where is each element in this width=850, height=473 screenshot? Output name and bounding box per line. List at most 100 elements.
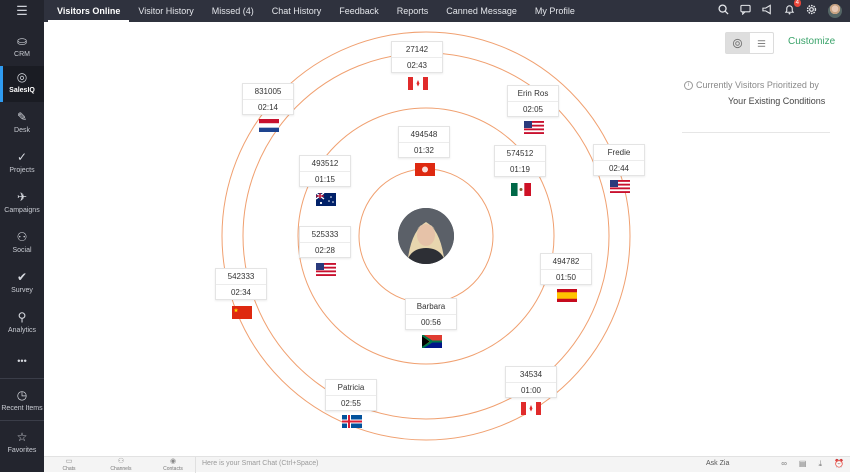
social-icon: ⚇ xyxy=(16,230,28,244)
sidebar-item-label: SalesIQ xyxy=(9,87,35,94)
sidebar-item-salesiq[interactable]: ◎ SalesIQ xyxy=(0,66,44,102)
alarm-clock-icon[interactable]: ⏰ xyxy=(834,459,844,469)
sidebar-item-label: Projects xyxy=(9,167,35,174)
sidebar-item-label: Campaigns xyxy=(4,207,40,214)
app-sidebar: ☰ ⛀ CRM ◎ SalesIQ ✎ Desk ✓ Projects ✈ Ca… xyxy=(0,0,44,472)
sidebar-item-analytics[interactable]: ⚲ Analytics xyxy=(0,306,44,342)
download-icon[interactable]: ⤓ xyxy=(818,459,822,469)
radar-view-icon[interactable] xyxy=(726,33,750,53)
visitor-id: Fredie xyxy=(607,148,631,157)
visitor-id: 494782 xyxy=(552,257,580,266)
ask-zia-button[interactable]: Ask Zia xyxy=(706,460,729,467)
channels-icon: ⚇ xyxy=(117,458,125,465)
visitor-card[interactable]: 525333 02:28 xyxy=(299,226,351,258)
visitor-time: 01:15 xyxy=(300,171,350,186)
tab-reports[interactable]: Reports xyxy=(388,0,438,22)
flag-south-africa-icon xyxy=(422,335,442,348)
recent-items-icon: ◷ xyxy=(16,388,28,402)
channels-button[interactable]: ⚇ Channels xyxy=(108,457,134,472)
visitor-id: 831005 xyxy=(254,87,282,96)
visitor-id: Barbara xyxy=(416,302,446,311)
sidebar-more-button[interactable]: ••• xyxy=(0,354,44,370)
visitor-card[interactable]: 831005 02:14 xyxy=(242,83,294,115)
bottom-bar: ▭ Chats ⚇ Channels ◉ Contacts Here is yo… xyxy=(44,456,850,473)
visitor-card[interactable]: Erin Ros 02:05 xyxy=(507,85,559,117)
visitor-id: 574512 xyxy=(506,149,534,158)
panel-divider xyxy=(682,132,830,133)
smart-chat-input[interactable]: Here is your Smart Chat (Ctrl+Space) xyxy=(202,460,319,467)
sidebar-item-label: Survey xyxy=(11,287,33,294)
sidebar-item-projects[interactable]: ✓ Projects xyxy=(0,146,44,182)
visitor-time: 02:44 xyxy=(594,160,644,175)
visitor-card[interactable]: 494782 01:50 xyxy=(540,253,592,285)
visitor-card[interactable]: 542333 02:34 xyxy=(215,268,267,300)
sidebar-item-label: CRM xyxy=(14,51,30,58)
visitor-card[interactable]: Patricia 02:55 xyxy=(325,379,377,411)
sidebar-item-campaigns[interactable]: ✈ Campaigns xyxy=(0,186,44,222)
visitor-time: 01:50 xyxy=(541,269,591,284)
flag-mexico-icon xyxy=(511,183,531,196)
chats-label: Chats xyxy=(62,466,76,472)
visitor-time: 01:00 xyxy=(506,382,556,397)
sidebar-item-desk[interactable]: ✎ Desk xyxy=(0,106,44,142)
prioritization-info-line2: Your Existing Conditions xyxy=(728,96,826,106)
user-avatar[interactable] xyxy=(828,4,842,18)
visitor-id: 493512 xyxy=(311,159,339,168)
visitor-time: 02:28 xyxy=(300,242,350,257)
list-view-icon[interactable] xyxy=(750,33,774,53)
sidebar-item-survey[interactable]: ✔ Survey xyxy=(0,266,44,302)
visitor-card[interactable]: Fredie 02:44 xyxy=(593,144,645,176)
visitor-card[interactable]: 494548 01:32 xyxy=(398,126,450,158)
visitor-id: 542333 xyxy=(227,272,255,281)
tab-visitor-history[interactable]: Visitor History xyxy=(129,0,202,22)
search-icon[interactable] xyxy=(718,4,729,18)
visitor-card[interactable]: Barbara 00:56 xyxy=(405,298,457,330)
tab-chat-history[interactable]: Chat History xyxy=(263,0,331,22)
visitors-radar-view: 27142 02:43 831005 02:14 Erin Ros 02:05 … xyxy=(44,22,850,456)
tab-missed[interactable]: Missed (4) xyxy=(203,0,263,22)
visitor-card[interactable]: 574512 01:19 xyxy=(494,145,546,177)
visitor-id: 34534 xyxy=(519,370,543,379)
tab-feedback[interactable]: Feedback xyxy=(330,0,388,22)
flag-spain-icon xyxy=(557,289,577,302)
gear-icon[interactable] xyxy=(806,4,817,18)
tab-canned-message[interactable]: Canned Message xyxy=(437,0,526,22)
megaphone-icon[interactable] xyxy=(762,4,773,18)
channels-label: Channels xyxy=(110,466,132,472)
customize-link[interactable]: Customize xyxy=(788,36,835,47)
contacts-label: Contacts xyxy=(163,466,183,472)
view-toggle xyxy=(725,32,774,54)
sidebar-item-favorites[interactable]: ☆ Favorites xyxy=(0,426,44,462)
chat-bubble-icon[interactable] xyxy=(740,4,751,18)
tab-my-profile[interactable]: My Profile xyxy=(526,0,584,22)
binoculars-icon[interactable]: ∞ xyxy=(781,459,787,469)
sidebar-item-crm[interactable]: ⛀ CRM xyxy=(0,30,44,66)
contacts-button[interactable]: ◉ Contacts xyxy=(160,457,186,472)
notes-icon[interactable]: ▤ xyxy=(799,459,807,469)
flag-canada-icon xyxy=(521,402,541,415)
notification-count-badge: 4 xyxy=(793,0,801,7)
crm-icon: ⛀ xyxy=(16,34,28,48)
visitor-time: 02:05 xyxy=(508,101,558,116)
flag-usa-icon xyxy=(610,180,630,193)
flag-netherlands-icon xyxy=(259,119,279,132)
tab-visitors-online[interactable]: Visitors Online xyxy=(48,0,130,22)
visitor-id: 27142 xyxy=(405,45,429,54)
top-navigation: Visitors Online Visitor History Missed (… xyxy=(44,0,850,22)
notification-bell-icon[interactable]: 4 xyxy=(784,0,801,18)
visitor-card[interactable]: 27142 02:43 xyxy=(391,41,443,73)
sidebar-item-label: Social xyxy=(12,247,32,254)
agent-avatar[interactable] xyxy=(398,208,454,264)
chats-icon: ▭ xyxy=(65,458,73,465)
sidebar-item-label: Analytics xyxy=(7,327,36,334)
chats-button[interactable]: ▭ Chats xyxy=(56,457,82,472)
visitor-card[interactable]: 493512 01:15 xyxy=(299,155,351,187)
more-icon: ••• xyxy=(17,356,27,366)
favorites-icon: ☆ xyxy=(16,430,28,444)
hamburger-icon[interactable]: ☰ xyxy=(0,0,44,22)
sidebar-item-social[interactable]: ⚇ Social xyxy=(0,226,44,262)
desk-icon: ✎ xyxy=(16,110,28,124)
flag-canada-icon xyxy=(408,77,428,90)
sidebar-item-recent-items[interactable]: ◷ Recent Items xyxy=(0,384,44,420)
visitor-card[interactable]: 34534 01:00 xyxy=(505,366,557,398)
